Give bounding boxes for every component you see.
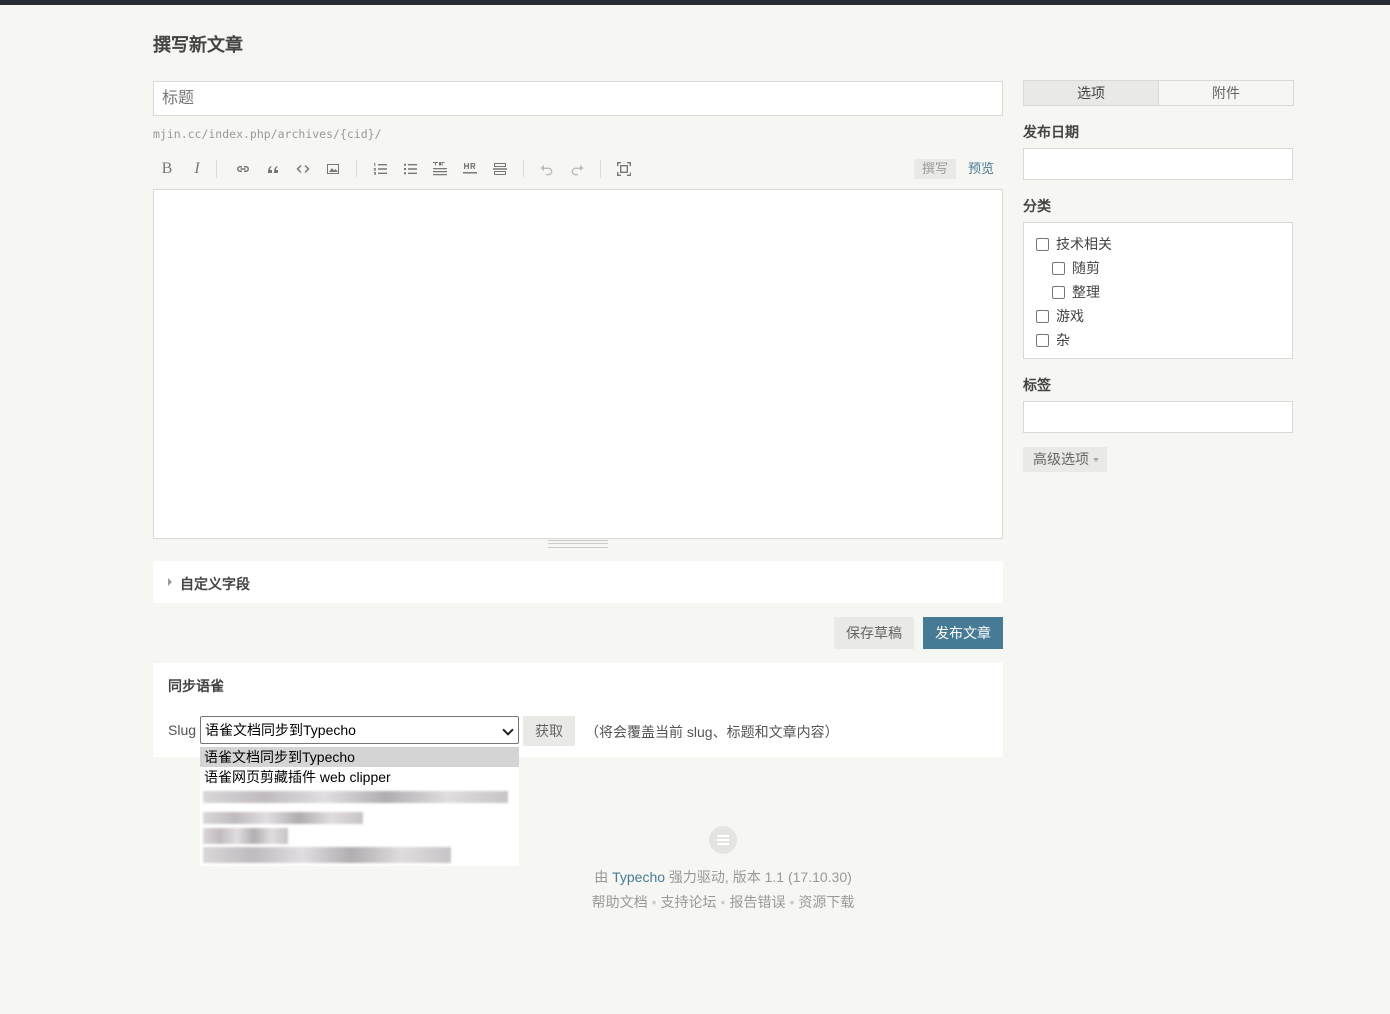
link-button[interactable]: [232, 158, 254, 180]
hr-button[interactable]: [459, 158, 481, 180]
category-item[interactable]: 随剪: [1052, 258, 1100, 278]
category-checkbox[interactable]: [1036, 309, 1049, 323]
heading-button[interactable]: [429, 158, 451, 180]
custom-fields-label: 自定义字段: [180, 576, 250, 592]
footer-link-download[interactable]: 资源下载: [798, 894, 854, 910]
sidebar-tabs: 选项 附件: [1023, 80, 1294, 106]
ordered-list-icon: [373, 163, 387, 175]
permalink: mjin.cc/index.php/archives/{cid}/: [153, 127, 382, 141]
top-bar: [0, 0, 1390, 5]
slug-label: Slug: [168, 722, 197, 738]
horizontal-rule-icon: [463, 162, 477, 174]
ordered-list-button[interactable]: [369, 158, 391, 180]
footer-link-docs[interactable]: 帮助文档: [592, 894, 648, 910]
tab-attachments[interactable]: 附件: [1159, 81, 1293, 105]
fullscreen-button[interactable]: [613, 158, 635, 180]
undo-button[interactable]: [536, 158, 558, 180]
category-item[interactable]: 整理: [1052, 282, 1100, 302]
link-icon: [237, 166, 249, 172]
quote-icon: [268, 166, 278, 173]
more-button[interactable]: [489, 158, 511, 180]
bold-button[interactable]: B: [156, 158, 178, 180]
tab-options[interactable]: 选项: [1024, 81, 1159, 105]
category-label: 分类: [1023, 198, 1051, 214]
image-icon: [327, 164, 339, 174]
category-checkbox[interactable]: [1052, 285, 1065, 299]
image-button[interactable]: [322, 158, 344, 180]
footer-link-forum[interactable]: 支持论坛: [661, 894, 717, 910]
category-checkbox[interactable]: [1036, 333, 1049, 347]
redo-icon: [571, 165, 584, 176]
undo-icon: [540, 165, 553, 176]
redo-button[interactable]: [566, 158, 588, 180]
blurred-option[interactable]: [203, 847, 451, 863]
italic-button[interactable]: I: [186, 158, 208, 180]
tags-label: 标签: [1023, 377, 1051, 393]
toolbar-separator: [356, 160, 357, 178]
footer-powered-by: 由 Typecho 强力驱动, 版本 1.1 (17.10.30): [594, 869, 852, 885]
toolbar-separator: [216, 160, 217, 178]
quote-button[interactable]: [262, 158, 284, 180]
editor-resize-handle[interactable]: [548, 540, 608, 548]
advanced-options-button[interactable]: 高级选项: [1023, 447, 1107, 472]
preview-mode-tab[interactable]: 预览: [965, 159, 997, 179]
write-mode-tab[interactable]: 撰写: [914, 159, 956, 179]
category-item[interactable]: 游戏: [1036, 306, 1084, 326]
publish-button[interactable]: 发布文章: [923, 617, 1003, 649]
fullscreen-icon: [617, 162, 631, 176]
more-separator-icon: [493, 163, 507, 175]
footer-links: 帮助文档 • 支持论坛 • 报告错误 • 资源下载: [591, 894, 855, 910]
toolbar-separator: [600, 160, 601, 178]
category-checkbox[interactable]: [1052, 261, 1065, 275]
toolbar-separator: [523, 160, 524, 178]
page-title: 撰写新文章: [153, 35, 243, 55]
category-item[interactable]: 技术相关: [1036, 234, 1112, 254]
unordered-list-button[interactable]: [399, 158, 421, 180]
heading-icon: [433, 162, 447, 176]
content-editor[interactable]: [153, 189, 1003, 539]
slug-select-value: 语雀文档同步到Typecho: [205, 722, 356, 738]
publish-date-input[interactable]: [1023, 148, 1293, 180]
expand-arrow-icon: [168, 578, 172, 586]
code-icon: [296, 165, 310, 173]
slug-dropdown-list: 语雀文档同步到Typecho 语雀网页剪藏插件 web clipper: [200, 746, 519, 866]
title-input[interactable]: [153, 81, 1003, 116]
tags-input[interactable]: [1023, 401, 1293, 433]
slug-select[interactable]: 语雀文档同步到Typecho: [200, 716, 519, 744]
editor-toolbar: B I 撰写 预览: [153, 156, 1003, 182]
chevron-down-icon: [502, 724, 514, 736]
blurred-option[interactable]: [203, 791, 508, 803]
category-checkbox[interactable]: [1036, 237, 1049, 251]
fetch-note: （将会覆盖当前 slug、标题和文章内容）: [585, 724, 839, 740]
typecho-logo-icon: [709, 826, 737, 854]
yuque-sync-panel: 同步语雀 Slug 语雀文档同步到Typecho 获取 （将会覆盖当前 slug…: [153, 663, 1003, 757]
category-item[interactable]: 杂: [1036, 330, 1070, 350]
publish-date-label: 发布日期: [1023, 124, 1079, 140]
unordered-list-icon: [404, 163, 417, 175]
sync-title: 同步语雀: [168, 678, 224, 694]
code-button[interactable]: [292, 158, 314, 180]
dropdown-option[interactable]: 语雀文档同步到Typecho: [200, 747, 519, 767]
typecho-link[interactable]: Typecho: [612, 869, 665, 885]
save-draft-button[interactable]: 保存草稿: [834, 617, 914, 649]
fetch-button[interactable]: 获取: [523, 716, 575, 746]
caret-down-icon: [1093, 458, 1099, 463]
blurred-option[interactable]: [203, 812, 363, 824]
blurred-option[interactable]: [203, 828, 288, 844]
footer-link-report[interactable]: 报告错误: [729, 894, 785, 910]
category-list: 技术相关 随剪 整理 游戏 杂: [1023, 222, 1293, 359]
custom-fields-section[interactable]: 自定义字段: [153, 561, 1003, 603]
dropdown-option[interactable]: 语雀网页剪藏插件 web clipper: [200, 767, 519, 787]
